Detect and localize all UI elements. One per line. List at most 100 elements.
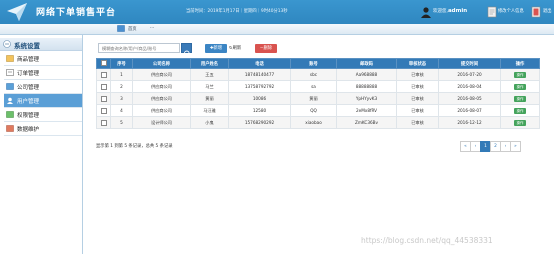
breadcrumb-more: ··· [150,26,155,31]
table-cell: 王五 [190,68,229,81]
breadcrumb-home-link[interactable]: 首页 [128,26,137,32]
table-row[interactable]: 4 供应商公司 马汪雅 12580 QQ 2eMx8fRV 已审核 2016-0… [96,104,540,117]
table-cell: 3 [110,92,133,105]
sidebar-item-products[interactable]: 商品管理 [4,52,82,66]
table-cell: QQ [290,104,337,117]
table-row[interactable]: 2 供应商公司 马兰 13758792792 sa 88888888 已审核 2… [96,80,540,93]
column-header: 账号 [290,58,337,69]
username: admin [447,8,468,14]
edit-profile-link[interactable]: 修改个人信息 [498,8,524,14]
table-cell: Aa968888 [336,68,397,81]
row-checkbox-cell[interactable] [96,104,111,117]
table-cell: 5 [110,116,133,129]
sidebar-item-orders[interactable]: 订单管理 [4,66,82,80]
row-checkbox-cell[interactable] [96,116,111,129]
user-avatar-icon [421,7,431,18]
exit-door-icon[interactable] [531,6,541,18]
table-cell: 小鬼 [190,116,229,129]
product-icon [6,55,14,62]
collapse-circle-icon[interactable] [3,40,11,48]
refresh-button[interactable]: ↻刷新 [229,44,241,53]
sidebar-item-users[interactable]: 用户管理 [4,94,82,108]
search-button[interactable] [181,43,192,58]
user-group-icon [7,97,13,104]
sidebar-item-label: 用户管理 [17,99,40,105]
add-button[interactable]: ✚新增 [205,44,227,53]
breadcrumb: 首页 ··· [0,24,554,35]
table-row[interactable]: 3 供应商公司 黄丽 10086 黄丽 YpHYyvK3 已审核 2016-08… [96,92,540,105]
operation-cell: 操作 [500,104,540,117]
table-cell: 2016-08-04 [438,80,501,93]
company-icon [6,83,14,90]
table-cell: 13758792792 [228,80,291,93]
table-cell: 10086 [228,92,291,105]
permission-icon [6,111,14,118]
sidebar-item-label: 数据维护 [17,127,40,133]
row-checkbox[interactable] [100,71,107,78]
table-cell: 2016-07-20 [438,68,501,81]
sidebar-item-label: 权限管理 [17,113,40,119]
operation-button[interactable]: 操作 [514,71,526,78]
paper-plane-logo-icon [7,3,27,21]
row-checkbox[interactable] [100,95,107,102]
table-cell: 黄丽 [290,92,337,105]
operation-button[interactable]: 操作 [514,107,526,114]
users-table: 序号 公司名称 用户姓名 电话 账号 邮政码 审核状态 提交时间 操作 1 供应… [96,58,540,129]
row-checkbox-cell[interactable] [96,92,111,105]
table-row[interactable]: 1 供应商公司 王五 18748140477 sbc Aa968888 已审核 … [96,68,540,81]
search-input[interactable] [98,43,180,53]
operation-button[interactable]: 操作 [514,119,526,126]
row-checkbox-cell[interactable] [96,68,111,81]
welcome-text: 欢迎您,admin [433,8,468,14]
operation-button[interactable]: 操作 [514,83,526,90]
data-maintenance-icon [6,125,14,132]
column-header: 序号 [110,58,133,69]
column-header: 公司名称 [132,58,191,69]
app-title: 网络下单销售平台 [36,8,117,18]
column-header: 电话 [228,58,291,69]
table-cell: 2016-12-12 [438,116,501,129]
table-cell: 15768290292 [228,116,291,129]
sidebar-title: 系统设置 [14,42,40,50]
table-cell: 已审核 [396,104,439,117]
operation-cell: 操作 [500,80,540,93]
pagination-summary: 显示第 1 到第 5 条记录，总共 5 条记录 [96,144,173,149]
table-cell: 已审核 [396,116,439,129]
table-cell: 供应商公司 [132,104,191,117]
last-page-button[interactable]: » [510,141,521,152]
table-row[interactable]: 5 设计师公司 小鬼 15768290292 xiaobao ZmKC36Bv … [96,116,540,129]
row-checkbox-cell[interactable] [96,80,111,93]
table-cell: xiaobao [290,116,337,129]
table-cell: 18748140477 [228,68,291,81]
operation-button[interactable]: 操作 [514,95,526,102]
table-cell: 黄丽 [190,92,229,105]
row-checkbox[interactable] [100,83,107,90]
table-cell: YpHYyvK3 [336,92,397,105]
table-cell: 马汪雅 [190,104,229,117]
select-all-header[interactable] [96,58,111,69]
sidebar-item-companies[interactable]: 公司管理 [4,80,82,94]
table-cell: 2016-08-07 [438,104,501,117]
table-cell: 已审核 [396,68,439,81]
select-all-checkbox[interactable] [100,60,107,67]
sidebar-item-permissions[interactable]: 权限管理 [4,108,82,122]
row-checkbox[interactable] [100,119,107,126]
table-cell: 已审核 [396,80,439,93]
sidebar-item-maintenance[interactable]: 数据维护 [4,122,82,136]
exit-link[interactable]: 退出 [543,8,552,14]
table-header-row: 序号 公司名称 用户姓名 电话 账号 邮政码 审核状态 提交时间 操作 [96,58,540,69]
table-cell: 2eMx8fRV [336,104,397,117]
current-time-info: 当前时间：2019年1月17日｜星期四｜9时40分13秒 [186,9,288,14]
column-header: 用户姓名 [190,58,229,69]
column-header: 提交时间 [438,58,501,69]
table-cell: 88888888 [336,80,397,93]
edit-document-icon[interactable] [487,6,497,18]
sidebar-header[interactable]: 系统设置 [0,38,82,51]
table-cell: 2 [110,80,133,93]
column-header: 操作 [500,58,540,69]
table-cell: 2016-08-05 [438,92,501,105]
column-header: 邮政码 [336,58,397,69]
sidebar-item-label: 商品管理 [17,57,40,63]
delete-button[interactable]: −删除 [255,44,277,53]
row-checkbox[interactable] [100,107,107,114]
